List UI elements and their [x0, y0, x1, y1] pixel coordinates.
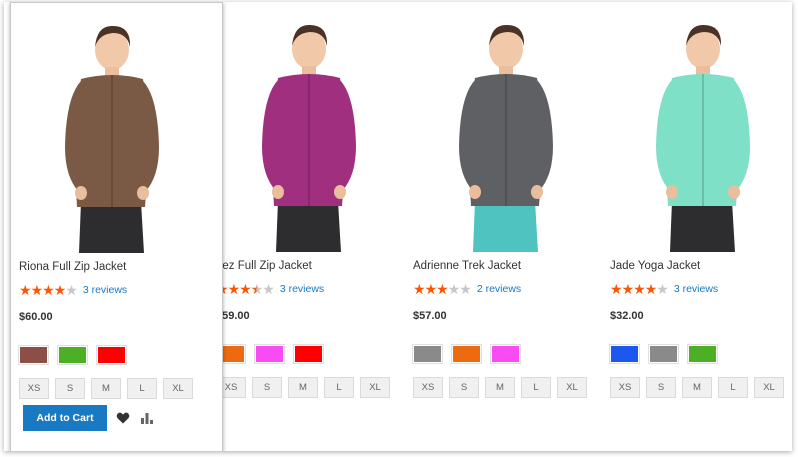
color-swatch[interactable] — [490, 344, 521, 364]
size-option-xs[interactable]: XS — [413, 377, 443, 398]
color-swatch[interactable] — [96, 345, 127, 365]
rating-stars: ★★★★★ — [610, 281, 669, 297]
color-swatches — [18, 345, 136, 365]
product-photo-container[interactable] — [19, 17, 209, 253]
product-price: $32.00 — [610, 310, 644, 322]
size-option-m[interactable]: M — [485, 377, 515, 398]
color-swatch[interactable] — [412, 344, 443, 364]
size-option-m[interactable]: M — [288, 377, 318, 398]
size-option-l[interactable]: L — [718, 377, 748, 398]
product-card: Riona Full Zip Jacket ★★★★★ 3 reviews $60.0… — [10, 2, 223, 451]
color-swatch[interactable] — [609, 344, 640, 364]
bar-chart-icon[interactable] — [140, 411, 154, 425]
star-icon: ★ — [65, 282, 78, 298]
color-swatch[interactable] — [451, 344, 482, 364]
product-card-inner: nez Full Zip Jacket★★★★★3 reviews$59.00X… — [215, 2, 406, 451]
product-name[interactable]: nez Full Zip Jacket — [216, 260, 312, 272]
product-photo[interactable] — [413, 16, 603, 252]
product-card-inner: Jade Yoga Jacket ★★★★★ 3 reviews $32.00 XS S M… — [609, 2, 792, 451]
reviews-link[interactable]: 3 reviews — [83, 284, 127, 296]
color-swatch[interactable] — [648, 344, 679, 364]
star-icon: ★ — [250, 281, 264, 297]
color-swatches — [609, 344, 727, 364]
color-swatch[interactable] — [293, 344, 324, 364]
size-options: XS S M L XL — [413, 377, 593, 398]
product-price: $60.00 — [19, 311, 53, 323]
star-icon: ★ — [413, 281, 426, 297]
product-grid: Riona Full Zip Jacket ★★★★★ 3 reviews $60.0… — [4, 2, 792, 451]
star-icon: ★ — [459, 281, 472, 297]
rating-stars: ★★★★★ — [413, 281, 472, 297]
star-icon: ★ — [644, 281, 658, 297]
product-card-inner: Riona Full Zip Jacket ★★★★★ 3 reviews $60.0… — [18, 3, 209, 451]
star-icon: ★ — [621, 281, 635, 297]
color-swatches — [412, 344, 530, 364]
star-icon: ★ — [633, 281, 646, 297]
size-options: XS S M L XL — [216, 377, 396, 398]
add-to-cart-button[interactable]: Add to Cart — [23, 405, 107, 431]
star-icon: ★ — [239, 281, 252, 297]
star-icon: ★ — [447, 281, 461, 297]
product-photo[interactable] — [216, 16, 406, 252]
product-price: $57.00 — [413, 310, 447, 322]
reviews-link[interactable]: 3 reviews — [674, 283, 718, 295]
size-option-s[interactable]: S — [55, 378, 85, 399]
product-rating: ★★★★★ 3 reviews — [216, 281, 324, 297]
product-card: Adrienne Trek Jacket ★★★★★ 2 reviews $57.00… — [412, 2, 603, 451]
product-grid-frame: Riona Full Zip Jacket ★★★★★ 3 reviews $60.0… — [4, 2, 792, 451]
star-icon: ★ — [30, 282, 44, 298]
hover-actions: Add to Cart — [23, 405, 154, 431]
star-icon: ★ — [610, 281, 623, 297]
product-photo-container[interactable] — [216, 16, 406, 252]
product-rating: ★★★★★ 2 reviews — [413, 281, 521, 297]
size-option-l[interactable]: L — [521, 377, 551, 398]
star-icon: ★ — [436, 281, 449, 297]
star-icon: ★ — [42, 282, 55, 298]
product-rating: ★★★★★3 reviews — [19, 282, 127, 298]
size-option-m[interactable]: M — [682, 377, 712, 398]
heart-icon[interactable] — [116, 411, 130, 425]
rating-stars: ★★★★★ — [19, 282, 78, 298]
size-options: XS S M L XL — [610, 377, 790, 398]
size-option-xs[interactable]: XS — [610, 377, 640, 398]
color-swatches — [215, 344, 333, 364]
color-swatch[interactable] — [18, 345, 49, 365]
product-name[interactable]: Adrienne Trek Jacket — [413, 260, 521, 272]
size-option-xl[interactable]: XL — [557, 377, 587, 398]
product-name[interactable]: Jade Yoga Jacket — [610, 260, 700, 272]
size-option-s[interactable]: S — [252, 377, 282, 398]
star-icon: ★ — [19, 282, 32, 298]
product-photo-container[interactable] — [413, 16, 603, 252]
star-icon: ★ — [656, 281, 669, 297]
rating-stars: ★★★★★ — [216, 281, 275, 297]
size-option-l[interactable]: L — [127, 378, 157, 399]
star-icon: ★ — [227, 281, 241, 297]
star-icon: ★ — [262, 281, 275, 297]
size-option-xl[interactable]: XL — [360, 377, 390, 398]
color-swatch[interactable] — [57, 345, 88, 365]
product-name[interactable]: Riona Full Zip Jacket — [19, 261, 126, 273]
size-option-xl[interactable]: XL — [754, 377, 784, 398]
size-option-xs[interactable]: XS — [19, 378, 49, 399]
reviews-link[interactable]: 3 reviews — [280, 283, 324, 295]
color-swatch[interactable] — [254, 344, 285, 364]
size-option-m[interactable]: M — [91, 378, 121, 399]
size-option-s[interactable]: S — [449, 377, 479, 398]
star-icon: ★ — [53, 282, 67, 298]
size-option-s[interactable]: S — [646, 377, 676, 398]
product-card: Jade Yoga Jacket ★★★★★ 3 reviews $32.00 XS S M… — [609, 2, 792, 451]
product-rating: ★★★★★3 reviews — [610, 281, 718, 297]
star-icon: ★ — [424, 281, 438, 297]
product-photo[interactable] — [19, 17, 209, 253]
product-card: nez Full Zip Jacket★★★★★3 reviews$59.00X… — [215, 2, 406, 451]
size-option-xl[interactable]: XL — [163, 378, 193, 399]
product-card-inner: Adrienne Trek Jacket ★★★★★ 2 reviews $57.00… — [412, 2, 603, 451]
product-photo-container[interactable] — [610, 16, 792, 252]
product-photo[interactable] — [610, 16, 792, 252]
reviews-link[interactable]: 2 reviews — [477, 283, 521, 295]
size-option-l[interactable]: L — [324, 377, 354, 398]
color-swatch[interactable] — [687, 344, 718, 364]
size-options: XS S M L XL — [19, 378, 199, 399]
